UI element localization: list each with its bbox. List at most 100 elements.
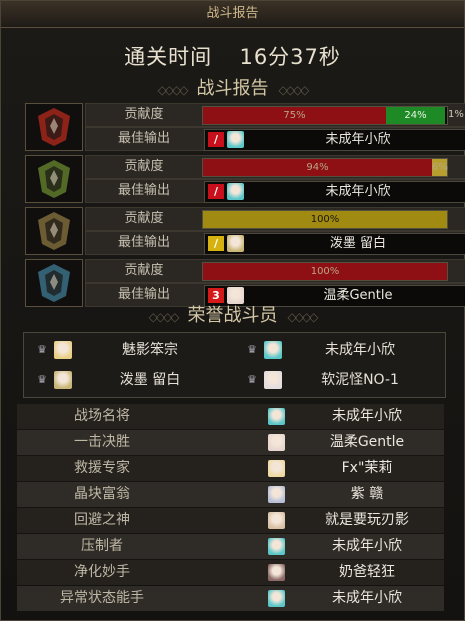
avatar xyxy=(268,512,285,529)
award-player-name: 未成年小欣 xyxy=(332,590,402,606)
crown-icon: ♛ xyxy=(247,343,257,356)
best-output-label: 最佳输出 xyxy=(117,235,170,250)
award-title: 净化妙手 xyxy=(74,564,130,580)
contribution-label: 贡献度 xyxy=(124,263,164,278)
player-name: 未成年小欣 xyxy=(325,184,391,199)
honor-member-name: 未成年小欣 xyxy=(325,342,395,358)
award-row[interactable]: 救援专家 Fx"茉莉 xyxy=(17,456,444,481)
contribution-label: 贡献度 xyxy=(124,107,164,122)
award-row[interactable]: 回避之神 就是要玩刃影 xyxy=(17,508,444,533)
clear-time-value: 16分37秒 xyxy=(239,45,341,69)
honor-members-panel: ♛ 魅影笨宗 ♛ 未成年小欣 ♛ 泼墨 留白 ♛ 软泥怪NO-1 xyxy=(23,332,446,398)
clear-time-label: 通关时间 xyxy=(124,45,213,69)
clear-time: 通关时间 16分37秒 xyxy=(1,41,464,71)
honor-member-name: 魅影笨宗 xyxy=(122,342,178,358)
contribution-remainder: 1% xyxy=(448,109,464,120)
avatar xyxy=(268,590,285,607)
class-icon: 3 xyxy=(208,288,224,303)
award-player-name: 未成年小欣 xyxy=(332,538,402,554)
awards-list: 战场名将 未成年小欣 一击决胜 温柔Gentle 救援专家 Fx"茉莉 晶块富翁紫 赣回避之… xyxy=(17,404,444,612)
honor-member[interactable]: ♛ 未成年小欣 xyxy=(234,337,434,363)
team-card: 贡献度 94% 6% 最佳输出 / 未成年小欣 xyxy=(25,155,465,203)
contribution-segment: 100% xyxy=(203,211,447,228)
team-emblem-icon xyxy=(25,103,83,151)
award-title: 压制者 xyxy=(81,538,123,554)
best-output-row: 最佳输出 / 未成年小欣 xyxy=(85,127,465,151)
award-title: 回避之神 xyxy=(74,512,130,528)
contribution-bar: 75% 24% xyxy=(202,106,448,125)
team-emblem-icon xyxy=(25,207,83,255)
contribution-bar: 94% 6% xyxy=(202,158,448,177)
best-output-player[interactable]: / 未成年小欣 xyxy=(204,181,465,203)
award-row[interactable]: 一击决胜 温柔Gentle xyxy=(17,430,444,455)
ornament-right-icon: ◇◇◇◇ xyxy=(278,83,310,97)
contribution-segment: 24% xyxy=(386,107,445,124)
award-title: 晶块富翁 xyxy=(74,486,130,502)
best-output-row: 最佳输出 / 泼墨 留白 xyxy=(85,231,465,255)
avatar xyxy=(54,371,72,389)
award-row[interactable]: 晶块富翁 紫 赣 xyxy=(17,482,444,507)
contribution-row: 贡献度 94% 6% xyxy=(85,155,465,179)
team-card: 贡献度 75% 24% 1% 最佳输出 / 未成年小欣 xyxy=(25,103,465,151)
avatar xyxy=(54,341,72,359)
award-player-name: 未成年小欣 xyxy=(332,408,402,424)
contribution-percent: 100% xyxy=(310,266,340,277)
contribution-label: 贡献度 xyxy=(124,159,164,174)
class-icon: / xyxy=(208,184,224,199)
award-row[interactable]: 异常状态能手 未成年小欣 xyxy=(17,586,444,611)
class-icon: / xyxy=(208,132,224,147)
best-output-row: 最佳输出 / 未成年小欣 xyxy=(85,179,465,203)
crown-icon: ♛ xyxy=(37,373,47,386)
avatar xyxy=(268,538,285,555)
battle-report-window: 战斗报告 通关时间 16分37秒 ◇◇◇◇ 战斗报告 ◇◇◇◇ 贡献度 75% 24% 1… xyxy=(0,0,465,621)
contribution-row: 贡献度 100% xyxy=(85,259,465,283)
award-player-name: 紫 赣 xyxy=(350,486,384,502)
award-player-name: 奶爸轻狂 xyxy=(339,564,395,580)
avatar xyxy=(227,183,244,200)
avatar xyxy=(268,486,285,503)
award-title: 异常状态能手 xyxy=(60,590,144,606)
crown-icon: ♛ xyxy=(247,373,257,386)
contribution-bar: 100% xyxy=(202,262,448,281)
honor-section-header: ◇◇◇◇ 荣誉战斗员 ◇◇◇◇ xyxy=(1,304,464,328)
contribution-percent: 75% xyxy=(283,110,306,121)
award-row[interactable]: 战场名将 未成年小欣 xyxy=(17,404,444,429)
award-title: 战场名将 xyxy=(74,408,130,424)
contribution-segment: 6% xyxy=(432,159,448,176)
avatar xyxy=(264,371,282,389)
best-output-player[interactable]: / 未成年小欣 xyxy=(204,129,465,151)
contribution-row: 贡献度 100% xyxy=(85,207,465,231)
player-name: 温柔Gentle xyxy=(323,288,393,303)
avatar xyxy=(268,434,285,451)
honor-member-name: 泼墨 留白 xyxy=(119,372,181,388)
player-name: 泼墨 留白 xyxy=(329,236,387,251)
team-emblem-icon xyxy=(25,259,83,307)
avatar xyxy=(268,460,285,477)
award-player-name: Fx"茉莉 xyxy=(341,460,393,476)
avatar xyxy=(264,341,282,359)
avatar xyxy=(268,408,285,425)
ornament-left-icon: ◇◇◇◇ xyxy=(148,310,180,324)
contribution-label: 贡献度 xyxy=(124,211,164,226)
report-section-header: ◇◇◇◇ 战斗报告 ◇◇◇◇ xyxy=(1,77,464,101)
contribution-segment: 75% xyxy=(203,107,386,124)
avatar xyxy=(268,564,285,581)
contribution-percent: 100% xyxy=(310,214,340,225)
contribution-bar: 100% xyxy=(202,210,448,229)
honor-member[interactable]: ♛ 泼墨 留白 xyxy=(24,367,224,393)
honor-member[interactable]: ♛ 魅影笨宗 xyxy=(24,337,224,363)
honor-member-name: 软泥怪NO-1 xyxy=(321,372,399,388)
contribution-segment: 94% xyxy=(203,159,432,176)
best-output-label: 最佳输出 xyxy=(117,183,170,198)
crown-icon: ♛ xyxy=(37,343,47,356)
ornament-left-icon: ◇◇◇◇ xyxy=(157,83,189,97)
ornament-right-icon: ◇◇◇◇ xyxy=(287,310,319,324)
honor-member[interactable]: ♛ 软泥怪NO-1 xyxy=(234,367,434,393)
contribution-percent: 94% xyxy=(306,162,329,173)
award-title: 救援专家 xyxy=(74,460,130,476)
award-row[interactable]: 压制者 未成年小欣 xyxy=(17,534,444,559)
best-output-player[interactable]: / 泼墨 留白 xyxy=(204,233,465,255)
award-player-name: 就是要玩刃影 xyxy=(325,512,409,528)
award-row[interactable]: 净化妙手 奶爸轻狂 xyxy=(17,560,444,585)
honor-section-title: 荣誉战斗员 xyxy=(187,305,278,326)
